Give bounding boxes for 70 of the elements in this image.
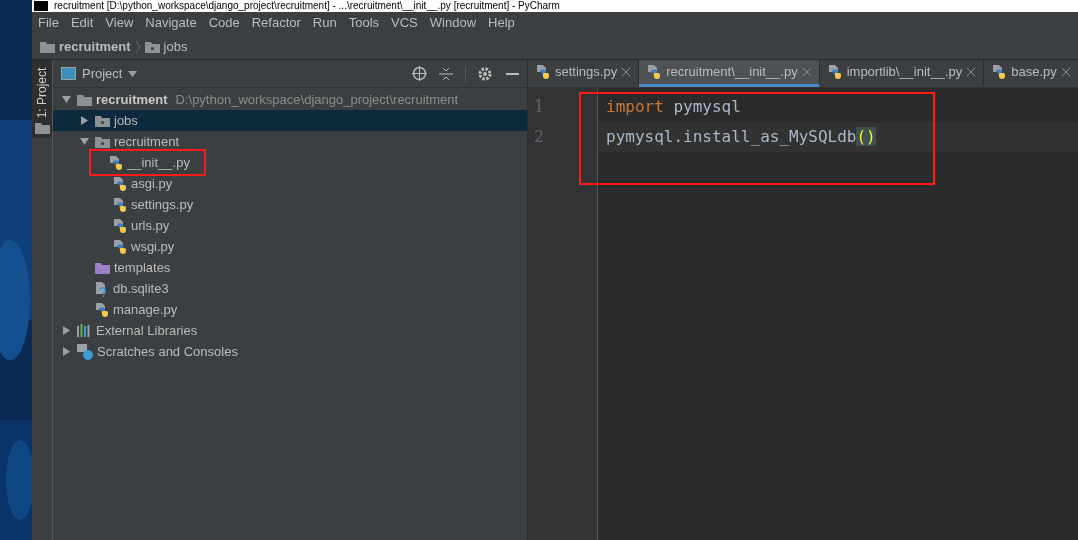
python-file-icon bbox=[113, 196, 127, 213]
python-file-icon bbox=[113, 238, 127, 255]
editor-tab[interactable]: recruitment\__init__.py bbox=[639, 60, 820, 87]
folder-icon bbox=[95, 135, 110, 148]
settings-icon[interactable] bbox=[478, 66, 492, 81]
locate-icon[interactable] bbox=[412, 66, 427, 81]
tree-item[interactable]: recruitment bbox=[53, 131, 527, 152]
project-tool-button[interactable]: 1: Project bbox=[32, 60, 52, 138]
tree-item[interactable]: urls.py bbox=[53, 215, 527, 236]
menu-item[interactable]: Help bbox=[488, 13, 515, 33]
project-view-icon bbox=[61, 67, 76, 80]
menu-item[interactable]: Tools bbox=[348, 13, 380, 33]
tree-item[interactable]: recruitment D:\python_workspace\django_project\recruitment bbox=[53, 89, 527, 110]
python-file-icon bbox=[109, 154, 123, 171]
folder-icon bbox=[77, 93, 92, 106]
tree-item[interactable]: manage.py bbox=[53, 299, 527, 320]
close-icon[interactable] bbox=[622, 68, 631, 76]
breadcrumb-item[interactable]: recruitment bbox=[59, 36, 131, 57]
folder-icon bbox=[40, 40, 55, 53]
minimize-icon[interactable] bbox=[506, 72, 519, 75]
menu-item[interactable]: Refactor bbox=[251, 13, 301, 33]
expand-arrow-icon[interactable] bbox=[79, 116, 89, 125]
editor-tab[interactable]: base.py bbox=[984, 60, 1078, 87]
tree-item[interactable]: settings.py bbox=[53, 194, 527, 215]
menu-item[interactable]: Code bbox=[208, 13, 240, 33]
close-icon[interactable] bbox=[967, 68, 976, 76]
scratches-icon bbox=[77, 343, 93, 360]
folder-icon bbox=[34, 122, 50, 134]
collapse-arrow-icon[interactable] bbox=[79, 137, 89, 146]
python-file-icon bbox=[95, 301, 109, 318]
menu-item[interactable]: Window bbox=[429, 13, 477, 33]
breadcrumb-item[interactable]: jobs bbox=[163, 36, 188, 57]
python-file-icon bbox=[113, 217, 127, 234]
folder-icon bbox=[95, 114, 110, 127]
folder-icon bbox=[144, 40, 160, 53]
menu-item[interactable]: Navigate bbox=[145, 13, 197, 33]
python-file-icon bbox=[113, 175, 127, 192]
close-icon[interactable] bbox=[1061, 68, 1070, 76]
expand-arrow-icon[interactable] bbox=[61, 347, 71, 356]
tree-item[interactable]: templates bbox=[53, 257, 527, 278]
tree-item[interactable]: External Libraries bbox=[53, 320, 527, 341]
editor-tab[interactable]: importlib\__init__.py bbox=[819, 60, 985, 87]
tree-item[interactable]: wsgi.py bbox=[53, 236, 527, 257]
dropdown-caret-icon[interactable] bbox=[128, 70, 138, 77]
menu-item[interactable]: Edit bbox=[70, 13, 94, 33]
chevron-icon bbox=[134, 39, 141, 54]
python-file-icon bbox=[536, 64, 550, 80]
tree-item[interactable]: jobs bbox=[53, 110, 527, 131]
close-icon[interactable] bbox=[802, 68, 811, 76]
python-file-icon bbox=[992, 64, 1007, 80]
code-line: import pymysql bbox=[605, 96, 742, 118]
python-file-icon bbox=[827, 64, 842, 80]
menu-item[interactable]: View bbox=[105, 13, 134, 33]
collapse-arrow-icon[interactable] bbox=[61, 95, 71, 104]
panel-title[interactable]: Project bbox=[82, 63, 123, 84]
window-title: recruitment [D:\python_workspace\django_project\recruitment] - ...\recruitment\__init__.py [recruitment] - PyCharm bbox=[54, 0, 560, 12]
expand-arrow-icon[interactable] bbox=[61, 326, 71, 335]
app-icon bbox=[34, 1, 48, 11]
folder-icon bbox=[95, 261, 110, 274]
menu-item[interactable]: Run bbox=[312, 13, 337, 33]
tree-item[interactable]: Scratches and Consoles bbox=[53, 341, 527, 362]
collapse-all-icon[interactable] bbox=[439, 66, 453, 81]
python-file-icon bbox=[647, 64, 662, 80]
libraries-icon bbox=[77, 324, 92, 337]
tree-item[interactable]: db.sqlite3 bbox=[53, 278, 527, 299]
menu-item[interactable]: File bbox=[38, 13, 59, 33]
menu-item[interactable]: VCS bbox=[391, 13, 418, 33]
tree-item[interactable]: asgi.py bbox=[53, 173, 527, 194]
unknown-file-icon bbox=[95, 280, 109, 297]
tree-item[interactable]: __init__.py bbox=[53, 152, 527, 173]
